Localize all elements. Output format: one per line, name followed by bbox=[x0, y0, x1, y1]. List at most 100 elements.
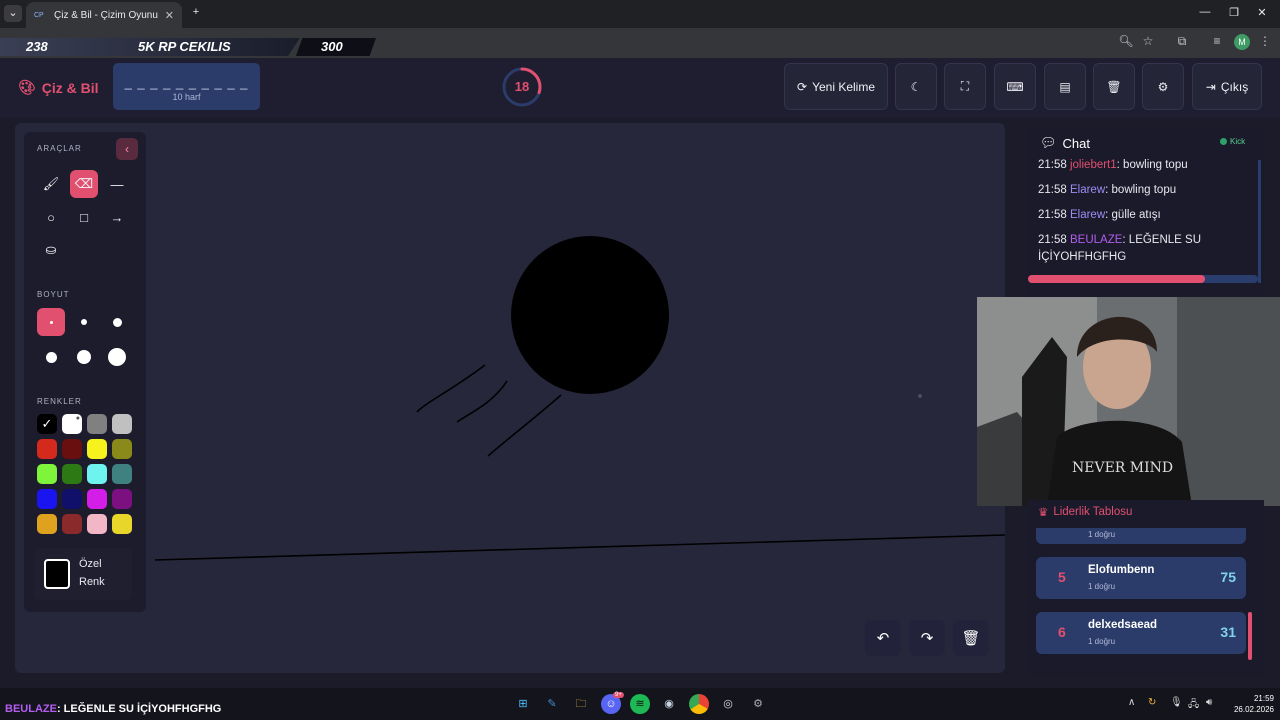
spotify-icon[interactable]: ≋ bbox=[630, 694, 650, 714]
rectangle-tool[interactable]: □ bbox=[70, 203, 98, 231]
eraser-icon: ⌫ bbox=[74, 176, 94, 191]
settings-app-icon[interactable]: ⚙ bbox=[748, 694, 768, 714]
fill-tool[interactable]: ⛀ bbox=[37, 236, 65, 264]
star-icon[interactable]: ☆ bbox=[1139, 34, 1157, 48]
chat-username[interactable]: Elarew bbox=[1070, 184, 1105, 196]
size-option[interactable] bbox=[37, 343, 65, 371]
color-swatch[interactable] bbox=[37, 489, 57, 509]
minimize-icon[interactable]: — bbox=[1195, 6, 1215, 18]
steam-icon[interactable]: ◉ bbox=[659, 694, 679, 714]
line-icon: — bbox=[110, 176, 124, 192]
circle-icon: ○ bbox=[47, 209, 55, 225]
color-swatch[interactable] bbox=[112, 489, 132, 509]
system-clock[interactable]: 21:59 26.02.2026 bbox=[1222, 693, 1274, 715]
leaderboard-sub: 1 doğru bbox=[1088, 582, 1116, 591]
fullscreen-button[interactable]: ⛶ bbox=[944, 63, 986, 110]
archive-button[interactable]: ▤ bbox=[1044, 63, 1086, 110]
app-logo[interactable]: 🎨︎ Çiz & Bil bbox=[18, 79, 99, 96]
size-option[interactable] bbox=[70, 308, 98, 336]
undo-button[interactable]: ↶ bbox=[865, 620, 901, 656]
eyedropper-icon: ● bbox=[75, 415, 80, 422]
new-word-button[interactable]: ⟳ Yeni Kelime bbox=[784, 63, 888, 110]
collapse-panel-button[interactable]: ‹ bbox=[116, 138, 138, 160]
leaderboard-rank: 5 bbox=[1058, 569, 1066, 585]
trash-icon: 🗑︎ bbox=[1106, 79, 1122, 94]
color-swatch[interactable] bbox=[112, 514, 132, 534]
color-swatch[interactable] bbox=[112, 439, 132, 459]
close-tab-icon[interactable]: ✕ bbox=[165, 9, 174, 22]
new-word-label: Yeni Kelime bbox=[812, 79, 875, 94]
keyboard-button[interactable]: ⌨ bbox=[994, 63, 1036, 110]
custom-color-picker[interactable]: Özel Renk bbox=[34, 548, 132, 600]
new-tab-icon[interactable]: + bbox=[186, 6, 206, 18]
size-option[interactable] bbox=[70, 343, 98, 371]
color-swatch[interactable] bbox=[87, 439, 107, 459]
drawn-stroke bbox=[456, 380, 508, 423]
tab-search-icon[interactable]: ⌄ bbox=[4, 5, 22, 22]
tray-chevron-icon[interactable]: ∧ bbox=[1128, 697, 1135, 708]
circle-tool[interactable]: ○ bbox=[37, 203, 65, 231]
color-swatch[interactable] bbox=[87, 489, 107, 509]
zoom-icon[interactable]: 🔍︎ bbox=[1117, 34, 1135, 48]
extensions-icon[interactable]: ⧉ bbox=[1173, 34, 1191, 49]
volume-icon[interactable]: 🔊︎ bbox=[1206, 697, 1212, 708]
eraser-tool[interactable]: ⌫ bbox=[70, 170, 98, 198]
archive-icon: ▤ bbox=[1059, 79, 1071, 94]
folder-icon[interactable]: 🗀 bbox=[571, 694, 591, 714]
brush-tool[interactable]: 🖌︎ bbox=[37, 170, 65, 198]
browser-tab[interactable]: CP Çiz & Bil - Çizim Oyunu ✕ bbox=[26, 2, 182, 28]
color-swatch[interactable] bbox=[62, 489, 82, 509]
logout-button[interactable]: ⇥ Çıkış bbox=[1192, 63, 1262, 110]
media-icon[interactable]: ≡ bbox=[1208, 34, 1226, 48]
clear-button[interactable]: 🗑︎ bbox=[1093, 63, 1135, 110]
tray-app-icon[interactable]: ↻ bbox=[1148, 697, 1156, 708]
color-swatch[interactable] bbox=[37, 514, 57, 534]
leaderboard-scrollbar[interactable] bbox=[1248, 612, 1252, 660]
color-swatch[interactable] bbox=[87, 464, 107, 484]
color-swatch[interactable] bbox=[87, 514, 107, 534]
network-icon[interactable]: 🖧︎ bbox=[1188, 697, 1199, 714]
profile-avatar[interactable]: M bbox=[1234, 34, 1250, 50]
color-swatch[interactable] bbox=[62, 439, 82, 459]
size-option[interactable] bbox=[37, 308, 65, 336]
chat-username[interactable]: joliebert1 bbox=[1070, 159, 1117, 171]
color-swatch[interactable] bbox=[62, 514, 82, 534]
leaderboard-points: 31 bbox=[1220, 624, 1236, 640]
color-swatch[interactable] bbox=[37, 439, 57, 459]
shirt-print: NEVER MIND bbox=[1072, 460, 1173, 476]
chat-username[interactable]: BEULAZE bbox=[1070, 234, 1122, 246]
clear-canvas-button[interactable]: 🗑︎ bbox=[953, 620, 989, 656]
color-swatch[interactable] bbox=[112, 464, 132, 484]
chat-text: : bowling topu bbox=[1116, 159, 1188, 171]
color-swatch[interactable]: ● bbox=[62, 414, 82, 434]
maximize-icon[interactable]: ❐ bbox=[1224, 6, 1244, 19]
color-swatch[interactable] bbox=[37, 464, 57, 484]
settings-button[interactable]: ⚙ bbox=[1142, 63, 1184, 110]
overlay-right-value: 300 bbox=[321, 39, 343, 54]
webcam-overlay: NEVER MIND bbox=[977, 297, 1280, 506]
color-swatch[interactable]: ✓ bbox=[37, 414, 57, 434]
arrow-tool[interactable]: → bbox=[103, 203, 131, 231]
windows-start-icon[interactable]: ⊞ bbox=[513, 694, 533, 714]
obs-icon[interactable]: ◎ bbox=[718, 694, 738, 714]
size-option[interactable] bbox=[103, 343, 131, 371]
chat-title: Chat bbox=[1062, 135, 1090, 151]
close-window-icon[interactable]: ✕ bbox=[1252, 6, 1272, 19]
color-swatch[interactable] bbox=[62, 464, 82, 484]
redo-icon: ↷ bbox=[920, 630, 934, 647]
drawing-canvas[interactable] bbox=[15, 123, 1005, 673]
ticker-user: BEULAZE bbox=[5, 703, 57, 715]
notepad-icon[interactable]: ✎ bbox=[542, 694, 562, 714]
chat-scrollbar[interactable] bbox=[1258, 160, 1261, 283]
line-tool[interactable]: — bbox=[103, 170, 131, 198]
menu-icon[interactable]: ⋮ bbox=[1256, 34, 1274, 48]
theme-toggle-button[interactable]: ☾ bbox=[895, 63, 937, 110]
microphone-icon[interactable]: 🎙︎ bbox=[1170, 697, 1183, 708]
chat-source: Kick bbox=[1230, 137, 1246, 146]
chat-username[interactable]: Elarew bbox=[1070, 209, 1105, 221]
color-swatch[interactable] bbox=[112, 414, 132, 434]
size-option[interactable] bbox=[103, 308, 131, 336]
redo-button[interactable]: ↷ bbox=[909, 620, 945, 656]
chrome-icon[interactable] bbox=[689, 694, 709, 714]
color-swatch[interactable] bbox=[87, 414, 107, 434]
